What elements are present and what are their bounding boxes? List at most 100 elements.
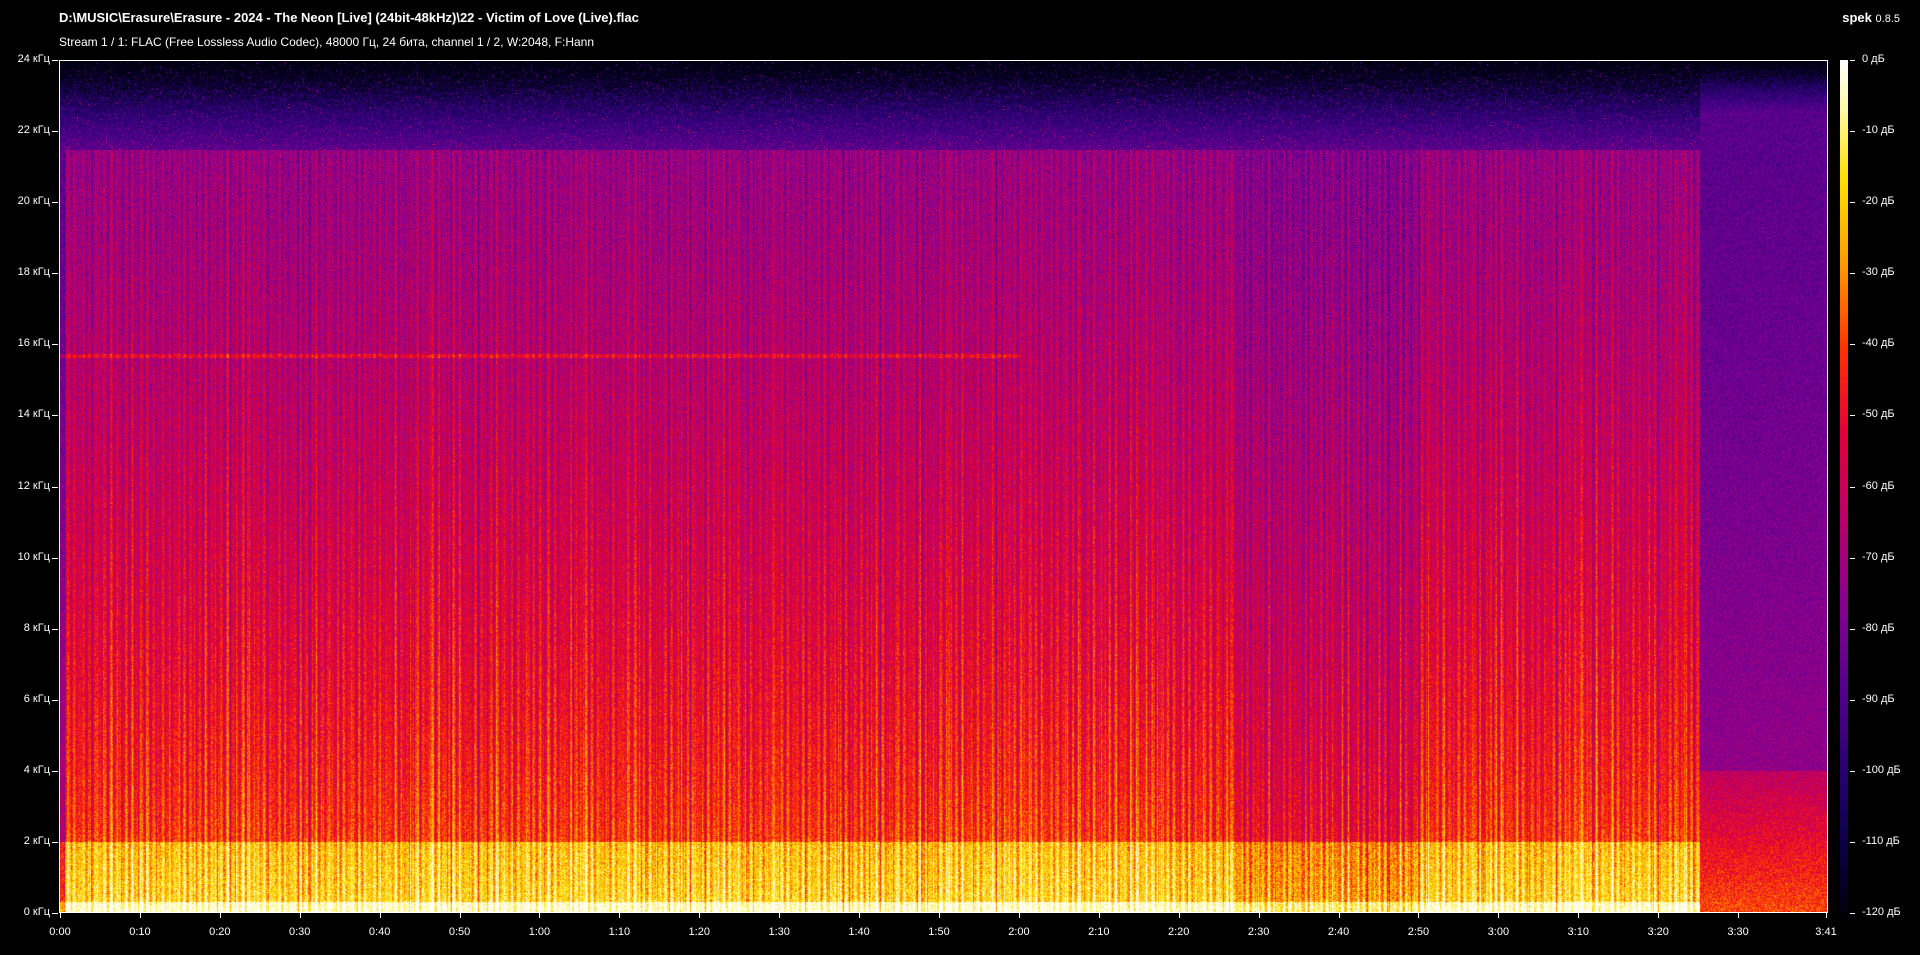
db-tick-label: -50 дБ: [1862, 408, 1895, 421]
frequency-tick-mark: [52, 60, 58, 61]
time-tick-mark: [1019, 913, 1020, 918]
time-tick-mark: [380, 913, 381, 918]
db-tick-label: -70 дБ: [1862, 550, 1895, 563]
frequency-tick-mark: [52, 700, 58, 701]
time-tick-label: 0:00: [49, 926, 71, 938]
db-tick-mark: [1850, 842, 1855, 843]
spectrogram-plot[interactable]: [59, 60, 1828, 913]
time-tick-mark: [1826, 913, 1827, 918]
db-tick-label: 0 дБ: [1862, 53, 1885, 65]
frequency-tick-mark: [52, 487, 58, 488]
time-tick-mark: [1578, 913, 1579, 918]
frequency-tick-mark: [52, 344, 58, 345]
time-tick-label: 1:30: [768, 926, 790, 938]
time-tick-mark: [460, 913, 461, 918]
time-tick-mark: [140, 913, 141, 918]
db-tick-label: -80 дБ: [1862, 621, 1895, 634]
file-path-title: D:\MUSIC\Erasure\Erasure - 2024 - The Ne…: [59, 10, 639, 25]
time-tick-label: 3:10: [1567, 926, 1589, 938]
frequency-tick-label: 12 кГц: [17, 479, 50, 492]
frequency-tick-label: 4 кГц: [23, 763, 50, 776]
time-tick-mark: [1099, 913, 1100, 918]
db-tick-mark: [1850, 558, 1855, 559]
time-tick-mark: [779, 913, 780, 918]
time-tick-mark: [1658, 913, 1659, 918]
time-tick-label: 2:10: [1088, 926, 1110, 938]
time-tick-label: 3:00: [1487, 926, 1510, 938]
db-tick-label: -100 дБ: [1862, 763, 1901, 776]
frequency-tick-mark: [52, 913, 58, 914]
time-tick-mark: [1738, 913, 1739, 918]
db-tick-label: -60 дБ: [1862, 479, 1895, 492]
db-tick-mark: [1850, 487, 1855, 488]
db-tick-label: -10 дБ: [1862, 124, 1895, 137]
stream-info: Stream 1 / 1: FLAC (Free Lossless Audio …: [59, 35, 595, 49]
db-tick-mark: [1850, 202, 1855, 203]
time-tick-mark: [60, 913, 61, 918]
frequency-tick-label: 0 кГц: [23, 906, 50, 918]
db-tick-mark: [1850, 629, 1855, 630]
time-tick-mark: [1339, 913, 1340, 918]
frequency-tick-label: 2 кГц: [23, 834, 50, 847]
db-tick-label: -30 дБ: [1862, 266, 1895, 279]
frequency-tick-label: 24 кГц: [17, 53, 50, 65]
spectrogram-canvas: [60, 61, 1827, 912]
frequency-tick-mark: [52, 629, 58, 630]
time-tick-mark: [300, 913, 301, 918]
time-tick-label: 1:50: [928, 926, 950, 938]
time-tick-label: 2:40: [1327, 926, 1350, 938]
frequency-tick-mark: [52, 202, 58, 203]
frequency-tick-mark: [52, 273, 58, 274]
time-tick-label: 0:20: [209, 926, 231, 938]
time-tick-label: 0:10: [129, 926, 151, 938]
db-tick-label: -90 дБ: [1862, 692, 1895, 705]
time-tick-mark: [619, 913, 620, 918]
db-tick-mark: [1850, 131, 1855, 132]
frequency-tick-label: 6 кГц: [23, 692, 50, 705]
time-tick-mark: [1259, 913, 1260, 918]
frequency-tick-mark: [52, 131, 58, 132]
time-tick-label: 1:40: [848, 926, 870, 938]
db-tick-mark: [1850, 60, 1855, 61]
time-tick-label: 2:50: [1407, 926, 1430, 938]
time-tick-label: 1:20: [688, 926, 710, 938]
db-tick-label: -40 дБ: [1862, 337, 1895, 350]
app-name: spek: [1842, 10, 1872, 25]
time-tick-label: 3:41: [1815, 926, 1837, 938]
db-colorbar: [1840, 60, 1848, 913]
time-tick-label: 1:00: [528, 926, 551, 938]
db-tick-mark: [1850, 344, 1855, 345]
frequency-tick-mark: [52, 558, 58, 559]
db-tick-label: -120 дБ: [1862, 906, 1901, 918]
time-tick-mark: [699, 913, 700, 918]
spek-window: D:\MUSIC\Erasure\Erasure - 2024 - The Ne…: [0, 0, 1920, 955]
frequency-tick-label: 10 кГц: [17, 550, 50, 563]
time-tick-mark: [859, 913, 860, 918]
frequency-tick-label: 22 кГц: [17, 124, 50, 137]
db-tick-mark: [1850, 913, 1855, 914]
app-brand: spek 0.8.5: [1842, 10, 1900, 25]
time-tick-mark: [1498, 913, 1499, 918]
frequency-tick-mark: [52, 842, 58, 843]
time-tick-label: 0:40: [368, 926, 391, 938]
time-tick-label: 2:20: [1168, 926, 1190, 938]
time-tick-mark: [1418, 913, 1419, 918]
time-tick-label: 2:00: [1008, 926, 1030, 938]
time-tick-mark: [939, 913, 940, 918]
db-tick-mark: [1850, 415, 1855, 416]
frequency-tick-label: 16 кГц: [17, 337, 50, 350]
frequency-tick-label: 20 кГц: [17, 195, 50, 208]
db-tick-mark: [1850, 700, 1855, 701]
time-tick-label: 1:10: [608, 926, 631, 938]
time-tick-mark: [1179, 913, 1180, 918]
time-tick-label: 3:30: [1727, 926, 1749, 938]
frequency-tick-mark: [52, 415, 58, 416]
db-tick-label: -20 дБ: [1862, 195, 1895, 208]
db-tick-label: -110 дБ: [1862, 834, 1900, 847]
frequency-tick-label: 14 кГц: [17, 408, 50, 421]
time-tick-mark: [539, 913, 540, 918]
time-tick-mark: [220, 913, 221, 918]
frequency-tick-label: 18 кГц: [17, 266, 50, 279]
db-tick-mark: [1850, 273, 1855, 274]
frequency-tick-label: 8 кГц: [23, 621, 50, 634]
